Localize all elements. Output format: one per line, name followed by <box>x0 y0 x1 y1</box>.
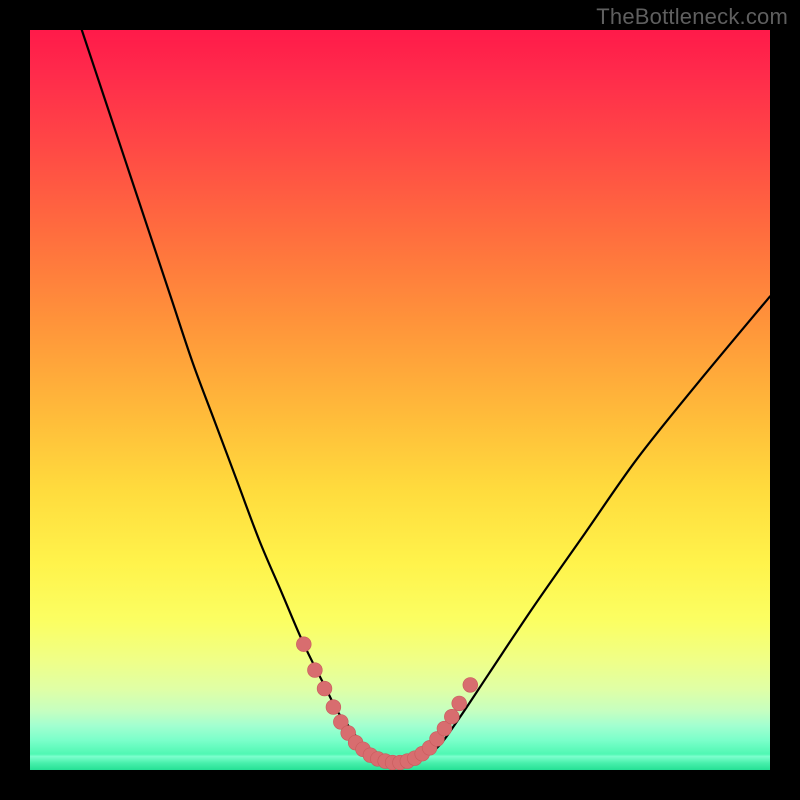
curve-markers <box>296 637 477 770</box>
curve-marker <box>326 700 341 715</box>
curve-marker <box>444 709 459 724</box>
curve-marker <box>308 663 323 678</box>
curve-marker <box>296 637 311 652</box>
bottleneck-curve <box>82 30 770 763</box>
watermark-text: TheBottleneck.com <box>596 4 788 30</box>
curve-marker <box>317 681 332 696</box>
chart-frame: TheBottleneck.com <box>0 0 800 800</box>
curve-marker <box>463 678 478 693</box>
curve-marker <box>452 696 467 711</box>
plot-area <box>30 30 770 770</box>
curve-layer <box>30 30 770 770</box>
